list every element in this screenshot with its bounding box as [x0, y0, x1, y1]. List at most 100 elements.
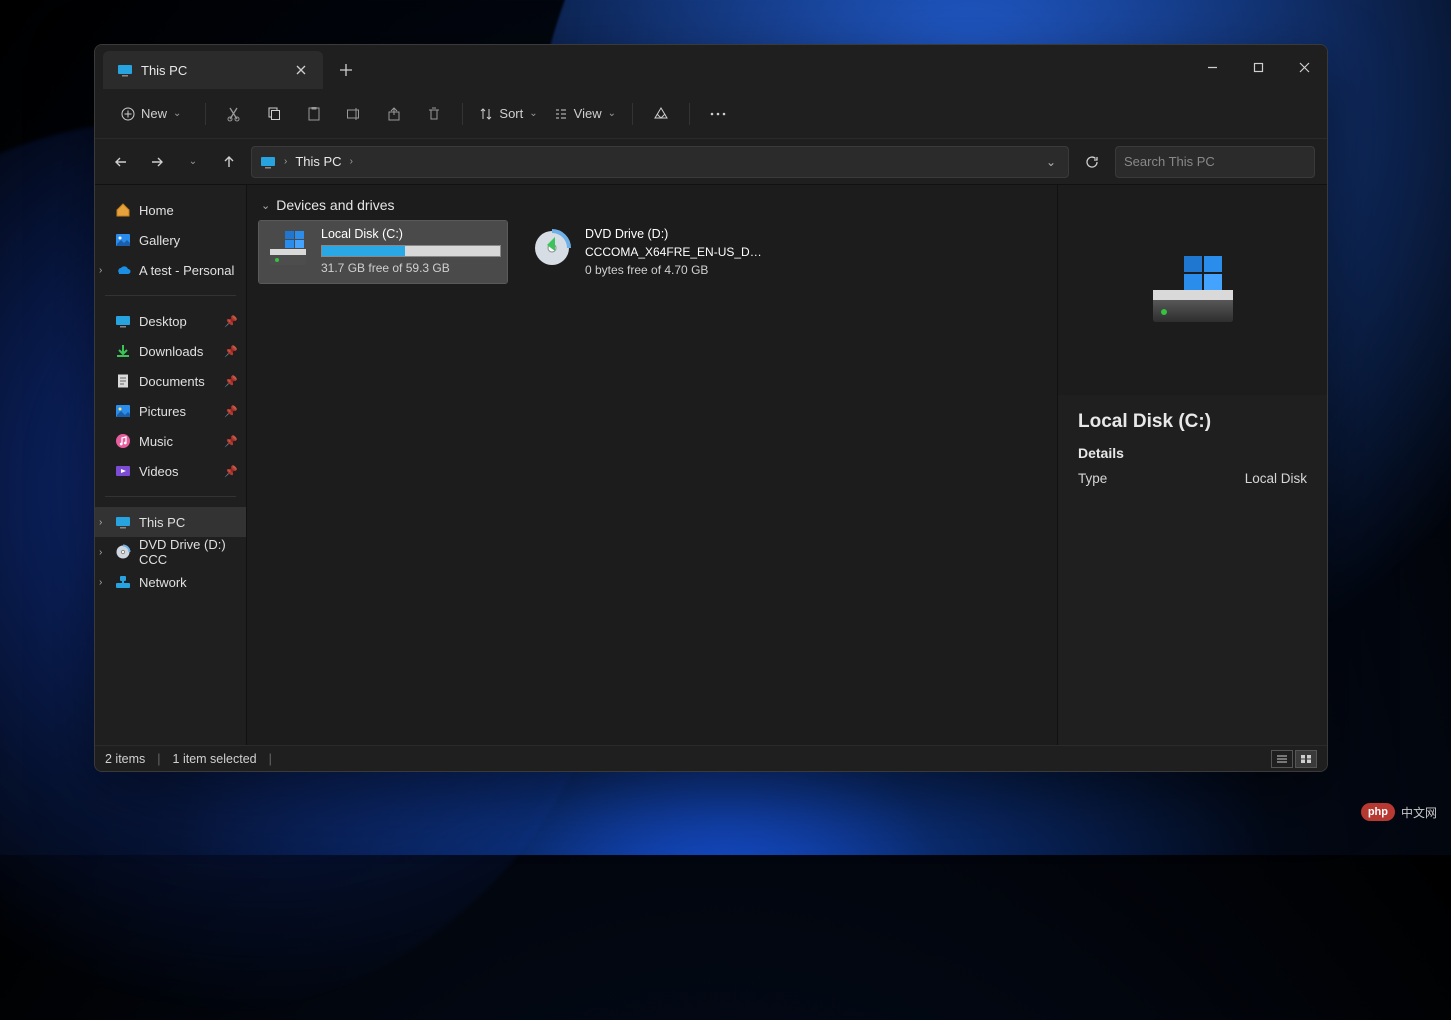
disk-icon [267, 227, 309, 269]
divider [462, 103, 463, 125]
cut-button[interactable] [216, 97, 252, 131]
more-button[interactable] [700, 97, 736, 131]
status-selected: 1 item selected [173, 752, 257, 766]
refresh-icon [1085, 155, 1099, 169]
address-dropdown[interactable]: ⌄ [1040, 155, 1062, 169]
gallery-icon [115, 232, 131, 248]
sidebar-item-label: Desktop [139, 314, 187, 329]
new-button[interactable]: New ⌄ [107, 97, 195, 131]
tab-this-pc[interactable]: This PC [103, 51, 323, 89]
chevron-down-icon: ⌄ [261, 199, 270, 212]
sort-button[interactable]: Sort ⌄ [473, 97, 543, 131]
up-button[interactable] [215, 148, 243, 176]
plus-icon [340, 64, 352, 76]
search-box[interactable] [1115, 146, 1315, 178]
recent-button[interactable]: ⌄ [179, 148, 207, 176]
sidebar-item-downloads[interactable]: Downloads📌 [95, 336, 246, 366]
sidebar-item-thispc[interactable]: ›This PC [95, 507, 246, 537]
chevron-right-icon[interactable]: › [99, 517, 102, 528]
cut-icon [226, 106, 242, 122]
home-icon [115, 202, 131, 218]
close-icon [1299, 62, 1310, 73]
sidebar-item-documents[interactable]: Documents📌 [95, 366, 246, 396]
sidebar-item-home[interactable]: Home [95, 195, 246, 225]
tiles-icon [1300, 754, 1312, 764]
status-bar: 2 items | 1 item selected | [95, 745, 1327, 771]
refresh-button[interactable] [1077, 147, 1107, 177]
watermark: php 中文网 [1361, 803, 1437, 821]
videos-icon [115, 463, 131, 479]
close-icon [296, 65, 306, 75]
onedrive-icon [115, 262, 131, 278]
close-window-button[interactable] [1281, 45, 1327, 89]
chevron-down-icon: ⌄ [529, 108, 537, 119]
divider [689, 103, 690, 125]
details-row: TypeLocal Disk [1078, 471, 1307, 486]
sidebar-item-desktop[interactable]: Desktop📌 [95, 306, 246, 336]
tab-label: This PC [141, 63, 187, 78]
chevron-right-icon[interactable]: › [99, 547, 102, 558]
sidebar-item-network[interactable]: › Network [95, 567, 246, 597]
view-details-toggle[interactable] [1271, 750, 1293, 768]
php-badge: php [1361, 803, 1395, 821]
drive-dvd[interactable]: DVD Drive (D:) CCCOMA_X64FRE_EN-US_DV9 0 b… [523, 221, 771, 283]
minimize-button[interactable] [1189, 45, 1235, 89]
group-header[interactable]: ⌄ Devices and drives [261, 197, 1045, 213]
downloads-icon [115, 343, 131, 359]
sidebar-item-label: DVD Drive (D:) CCC [139, 537, 238, 567]
sidebar-item-pictures[interactable]: Pictures📌 [95, 396, 246, 426]
drive-subtitle: CCCOMA_X64FRE_EN-US_DV9 [585, 245, 763, 259]
sidebar-item-onedrive[interactable]: ›A test - Personal [95, 255, 246, 285]
dvd-icon [115, 544, 131, 560]
copy-icon [266, 106, 282, 122]
pin-icon: 📌 [224, 375, 238, 388]
sidebar-item-dvd[interactable]: › DVD Drive (D:) CCC [95, 537, 246, 567]
details-pane: Local Disk (C:) Details TypeLocal Disk [1057, 185, 1327, 745]
breadcrumb-this-pc[interactable]: This PC [295, 154, 341, 169]
rename-button[interactable] [336, 97, 372, 131]
divider [105, 295, 236, 296]
toolbar: New ⌄ Sort ⌄ View ⌄ [95, 89, 1327, 139]
sidebar-item-label: Gallery [139, 233, 180, 248]
capacity-bar [321, 245, 501, 257]
tab-close-button[interactable] [291, 60, 311, 80]
content-area[interactable]: ⌄ Devices and drives Local Disk (C:) 31.7… [247, 185, 1057, 745]
share-button[interactable] [376, 97, 412, 131]
drive-disk[interactable]: Local Disk (C:) 31.7 GB free of 59.3 GB [259, 221, 507, 283]
view-button[interactable]: View ⌄ [548, 97, 622, 131]
preview-button[interactable] [643, 97, 679, 131]
chevron-right-icon: › [350, 156, 353, 167]
chevron-right-icon[interactable]: › [99, 577, 102, 588]
paste-button[interactable] [296, 97, 332, 131]
sidebar-item-videos[interactable]: Videos📌 [95, 456, 246, 486]
chevron-right-icon[interactable]: › [99, 265, 102, 276]
pin-icon: 📌 [224, 435, 238, 448]
copy-button[interactable] [256, 97, 292, 131]
new-tab-button[interactable] [327, 51, 365, 89]
sort-label: Sort [499, 106, 523, 121]
address-bar[interactable]: › This PC › ⌄ [251, 146, 1069, 178]
back-button[interactable] [107, 148, 135, 176]
forward-button[interactable] [143, 148, 171, 176]
sidebar-item-label: Videos [139, 464, 179, 479]
music-icon [115, 433, 131, 449]
view-tiles-toggle[interactable] [1295, 750, 1317, 768]
drive-name: DVD Drive (D:) [585, 227, 763, 241]
sidebar-item-label: Music [139, 434, 173, 449]
drive-free-text: 31.7 GB free of 59.3 GB [321, 261, 499, 275]
pictures-icon [115, 403, 131, 419]
drive-free-text: 0 bytes free of 4.70 GB [585, 263, 763, 277]
thispc-icon [260, 154, 276, 170]
preview-icon [653, 106, 669, 122]
desktop-icon [115, 313, 131, 329]
brand-text: 中文网 [1401, 804, 1437, 821]
details-key: Type [1078, 471, 1107, 486]
maximize-button[interactable] [1235, 45, 1281, 89]
sidebar-item-label: Network [139, 575, 187, 590]
search-input[interactable] [1124, 154, 1300, 169]
sidebar: HomeGallery›A test - Personal Desktop📌Do… [95, 185, 247, 745]
delete-button[interactable] [416, 97, 452, 131]
sidebar-item-gallery[interactable]: Gallery [95, 225, 246, 255]
drive-name: Local Disk (C:) [321, 227, 499, 241]
sidebar-item-music[interactable]: Music 📌 [95, 426, 246, 456]
